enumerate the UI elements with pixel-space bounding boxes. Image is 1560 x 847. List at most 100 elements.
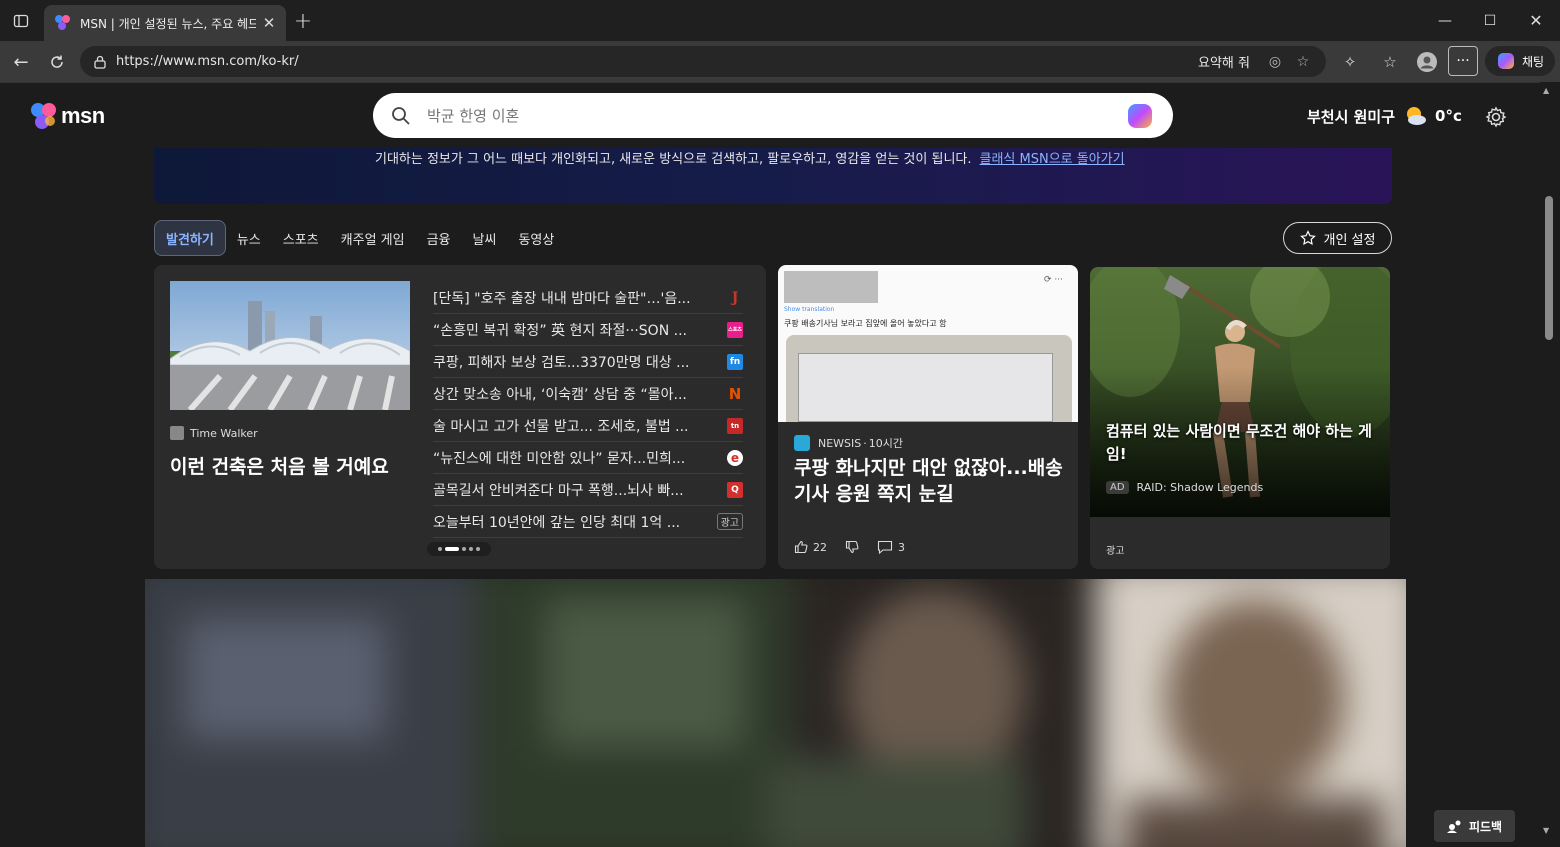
headline-text[interactable]: “손흥민 복귀 확정” 英 현지 좌절···SON ... <box>433 320 713 340</box>
category-nav: 발견하기 뉴스 스포츠 캐주얼 게임 금융 날씨 동영상 <box>154 220 565 256</box>
msn-logo[interactable]: msn <box>29 101 105 131</box>
extensions-icon[interactable]: ✧ <box>1338 50 1362 74</box>
carousel-dot[interactable] <box>438 547 442 551</box>
tab-close-icon[interactable]: ✕ <box>262 14 276 32</box>
personalize-button[interactable]: 개인 설정 <box>1283 222 1392 254</box>
headline-item[interactable]: “뉴진스에 대한 미안함 있나” 묻자...민희... e <box>433 442 743 474</box>
tab-finance[interactable]: 금융 <box>416 220 462 256</box>
lock-icon <box>94 55 106 69</box>
headline-text[interactable]: 술 마시고 고가 선물 받고... 조세호, 불법 ... <box>433 416 713 436</box>
new-tab-button[interactable]: + <box>290 8 316 34</box>
show-translation-link: Show translation <box>784 306 835 313</box>
headline-item[interactable]: “손흥민 복귀 확정” 英 현지 좌절···SON ... 스포츠 <box>433 314 743 346</box>
back-button[interactable]: ← <box>7 48 35 76</box>
favorite-star-icon[interactable]: ☆ <box>1292 51 1314 73</box>
dislike-button[interactable] <box>845 540 859 554</box>
carousel-dot[interactable] <box>462 547 466 551</box>
headline-item[interactable]: 상간 맞소송 아내, ‘이숙캠’ 상담 중 “몰아... N <box>433 378 743 410</box>
joongang-logo-icon: J <box>731 289 739 306</box>
news-n-logo-icon: N <box>728 384 742 403</box>
headline-text[interactable]: 쿠팡, 피해자 보상 검토...3370만명 대상 ... <box>433 352 713 372</box>
copilot-chat-button[interactable]: 채팅 <box>1485 46 1555 76</box>
favorites-icon[interactable]: ☆ <box>1378 50 1402 74</box>
headline-text[interactable]: 골목길서 안비켜준다 마구 폭행...뇌사 빠... <box>433 480 713 500</box>
carousel-indicator[interactable] <box>427 542 491 556</box>
carousel-dot[interactable] <box>476 547 480 551</box>
msn-butterfly-icon <box>31 103 56 129</box>
q-news-logo-icon: Q <box>727 481 743 498</box>
tab-casual-games[interactable]: 캐주얼 게임 <box>330 220 416 256</box>
classic-msn-link[interactable]: 클래식 MSN으로 돌아가기 <box>980 152 1125 167</box>
headline-item-ad[interactable]: 오늘부터 10년안에 갚는 인당 최대 1억 ... 광고 <box>433 506 743 538</box>
ad-meta[interactable]: AD RAID: Shadow Legends <box>1106 481 1263 494</box>
headline-item[interactable]: [단독] "호주 출장 내내 밤마다 술판"…'음... J <box>433 282 743 314</box>
dot-separator: · <box>863 436 867 450</box>
profile-avatar[interactable] <box>1415 50 1439 74</box>
address-toolbar: ← https://www.msn.com/ko-kr/ 요약해 줘 ◎ ☆ ✧… <box>0 41 1560 82</box>
scroll-down-arrow-icon[interactable]: ▼ <box>1543 826 1549 835</box>
browser-tab[interactable]: MSN | 개인 설정된 뉴스, 주요 헤드 ✕ <box>44 5 286 41</box>
headline-item[interactable]: 쿠팡, 피해자 보상 검토...3370만명 대상 ... fn <box>433 346 743 378</box>
refresh-button[interactable] <box>43 48 71 76</box>
chat-label: 채팅 <box>1521 54 1545 69</box>
more-menu-button[interactable]: ··· <box>1448 46 1478 76</box>
topstar-news-logo-icon: tn <box>727 417 743 434</box>
ad-card[interactable]: 컴퓨터 있는 사람이면 무조건 해야 하는 게임! AD RAID: Shado… <box>1090 267 1390 569</box>
comment-count: 3 <box>898 540 905 554</box>
maximize-button[interactable]: ☐ <box>1467 0 1513 41</box>
personalize-star-icon <box>1299 230 1316 246</box>
news-card[interactable]: ⟳ ··· Show translation 쿠팡 배송기사님 보라고 집앞에 … <box>778 265 1078 569</box>
weather-widget[interactable]: 부천시 원미구 0°c <box>1307 105 1462 127</box>
tab-title: MSN | 개인 설정된 뉴스, 주요 헤드 <box>80 16 256 31</box>
scrollbar-thumb[interactable] <box>1545 196 1553 340</box>
copilot-summarize-icon[interactable]: ◎ <box>1264 51 1286 73</box>
carousel-dot-active[interactable] <box>445 547 459 551</box>
news-card-meta[interactable]: NEWSIS · 10시간 <box>794 435 903 451</box>
comments-button[interactable]: 3 <box>877 540 905 554</box>
minimize-button[interactable]: — <box>1422 0 1468 41</box>
summarize-button[interactable]: 요약해 줘 <box>1198 52 1250 71</box>
search-input[interactable]: 박균 한영 이혼 <box>427 105 1125 126</box>
tab-sports[interactable]: 스포츠 <box>272 220 330 256</box>
settings-gear-icon[interactable] <box>1484 105 1508 129</box>
thumbs-up-icon <box>794 540 808 554</box>
headline-text[interactable]: “뉴진스에 대한 미안함 있나” 묻자...민희... <box>433 448 713 468</box>
url-text[interactable]: https://www.msn.com/ko-kr/ <box>116 54 1198 69</box>
comment-icon <box>877 540 893 554</box>
tab-news[interactable]: 뉴스 <box>226 220 272 256</box>
scroll-up-arrow-icon[interactable]: ▲ <box>1543 86 1549 95</box>
tab-weather[interactable]: 날씨 <box>462 220 508 256</box>
ad-title[interactable]: 컴퓨터 있는 사람이면 무조건 해야 하는 게임! <box>1106 420 1376 466</box>
sidebar-toggle-icon[interactable] <box>8 8 34 34</box>
ad-badge: 광고 <box>716 513 743 530</box>
source-name: Time Walker <box>190 426 258 440</box>
game-ad-image[interactable] <box>1090 267 1390 517</box>
architecture-image[interactable] <box>170 281 410 410</box>
copilot-icon[interactable] <box>1125 101 1155 131</box>
address-bar[interactable]: https://www.msn.com/ko-kr/ 요약해 줘 ◎ ☆ <box>80 46 1326 77</box>
news-card-title[interactable]: 쿠팡 화나지만 대안 없잖아...배송기사 응원 쪽지 눈길 <box>794 455 1064 507</box>
close-window-button[interactable]: ✕ <box>1513 0 1559 41</box>
copilot-icon <box>1497 53 1514 69</box>
lead-story-title[interactable]: 이런 건축은 처음 볼 거예요 <box>170 454 410 480</box>
news-image[interactable]: ⟳ ··· Show translation 쿠팡 배송기사님 보라고 집앞에 … <box>778 265 1078 422</box>
carousel-dot[interactable] <box>469 547 473 551</box>
search-box[interactable]: 박균 한영 이혼 <box>373 93 1173 138</box>
msn-logo-text: msn <box>61 103 105 128</box>
headline-text[interactable]: [단독] "호주 출장 내내 밤마다 술판"…'음... <box>433 288 713 308</box>
like-button[interactable]: 22 <box>794 540 827 554</box>
headline-text[interactable]: 오늘부터 10년안에 갚는 인당 최대 1억 ... <box>433 512 703 532</box>
headline-item[interactable]: 술 마시고 고가 선물 받고... 조세호, 불법 ... tn <box>433 410 743 442</box>
tab-videos[interactable]: 동영상 <box>507 220 565 256</box>
headline-text[interactable]: 상간 맞소송 아내, ‘이숙캠’ 상담 중 “몰아... <box>433 384 713 404</box>
lead-story-source[interactable]: Time Walker <box>170 426 258 440</box>
fn-news-logo-icon: fn <box>727 353 743 370</box>
tab-discover[interactable]: 발견하기 <box>154 220 226 256</box>
new-msn-banner: 기대하는 정보가 그 어느 때보다 개인화되고, 새로운 방식으로 검색하고, … <box>154 148 1392 204</box>
headline-list: [단독] "호주 출장 내내 밤마다 술판"…'음... J “손흥민 복귀 확… <box>433 282 743 538</box>
headline-item[interactable]: 골목길서 안비켜준다 마구 폭행...뇌사 빠... Q <box>433 474 743 506</box>
e-news-logo-icon: e <box>727 449 743 466</box>
like-count: 22 <box>813 540 827 554</box>
ad-footer-label: 광고 <box>1106 546 1125 557</box>
feedback-button[interactable]: 피드백 <box>1434 810 1515 842</box>
